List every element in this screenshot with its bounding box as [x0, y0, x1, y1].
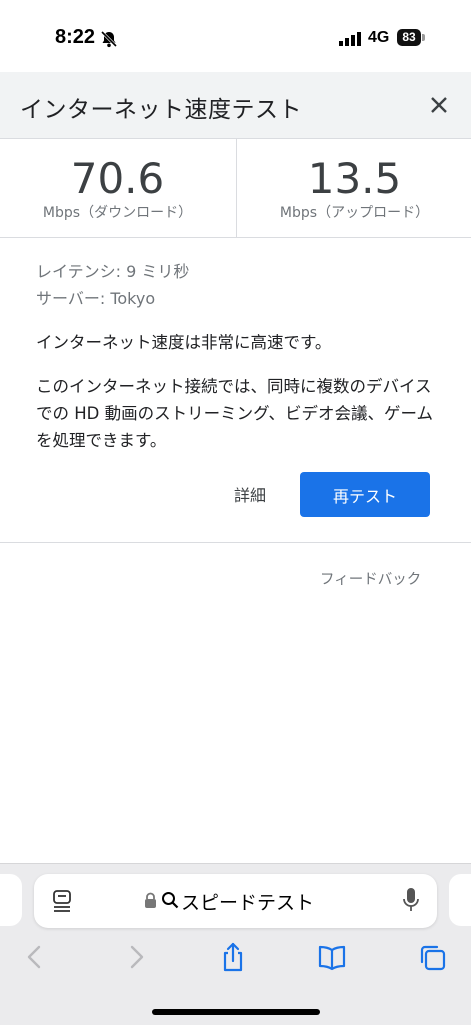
- details-button[interactable]: 詳細: [234, 482, 266, 506]
- bookmarks-icon[interactable]: [317, 941, 347, 973]
- forward-icon[interactable]: [121, 941, 151, 973]
- retest-button[interactable]: 再テスト: [300, 472, 430, 517]
- close-icon[interactable]: [424, 90, 454, 120]
- upload-speed-unit: Mbps（アップロード）: [279, 205, 430, 221]
- latency-text: レイテンシ: 9 ミリ秒: [36, 262, 190, 281]
- feedback-link[interactable]: フィードバック: [320, 568, 421, 589]
- download-speed-unit: Mbps（ダウンロード）: [42, 205, 193, 221]
- status-time: 8:22: [55, 26, 96, 48]
- share-icon[interactable]: [218, 941, 248, 973]
- lock-icon: [145, 892, 156, 908]
- microphone-icon[interactable]: [402, 887, 420, 913]
- server-text: サーバー: Tokyo: [36, 289, 156, 308]
- page-header: インターネット速度テスト: [0, 72, 471, 139]
- page-title: インターネット速度テスト: [20, 97, 302, 123]
- page-menu-icon[interactable]: [51, 888, 73, 914]
- speed-description: このインターネット接続では、同時に複数のデバイスでの HD 動画のストリーミング…: [36, 377, 433, 450]
- network-type: 4G: [368, 29, 390, 46]
- battery-icon: 83: [397, 29, 425, 47]
- tabs-icon[interactable]: [418, 941, 448, 973]
- bell-slash-icon: [100, 30, 118, 48]
- speed-results: 70.6 Mbps（ダウンロード） 13.5 Mbps（アップロード）: [0, 139, 471, 238]
- upload-speed-value: 13.5: [307, 154, 402, 203]
- next-tab-preview[interactable]: [449, 874, 471, 926]
- back-icon[interactable]: [20, 941, 50, 973]
- previous-tab-preview[interactable]: [0, 874, 22, 926]
- status-bar: 8:22 4G 83: [0, 0, 471, 72]
- search-icon: [162, 892, 179, 909]
- test-info: レイテンシ: 9 ミリ秒 サーバー: Tokyo: [36, 258, 446, 312]
- download-result: 70.6 Mbps（ダウンロード）: [0, 139, 235, 237]
- url-text[interactable]: スピードテスト: [181, 888, 314, 915]
- cellular-signal-icon: [339, 32, 361, 46]
- battery-level: 83: [397, 29, 421, 46]
- home-indicator: [152, 1009, 320, 1015]
- divider: [0, 542, 471, 543]
- download-speed-value: 70.6: [70, 154, 165, 203]
- upload-result: 13.5 Mbps（アップロード）: [236, 139, 471, 237]
- speed-assessment: インターネット速度は非常に高速です。: [36, 333, 332, 352]
